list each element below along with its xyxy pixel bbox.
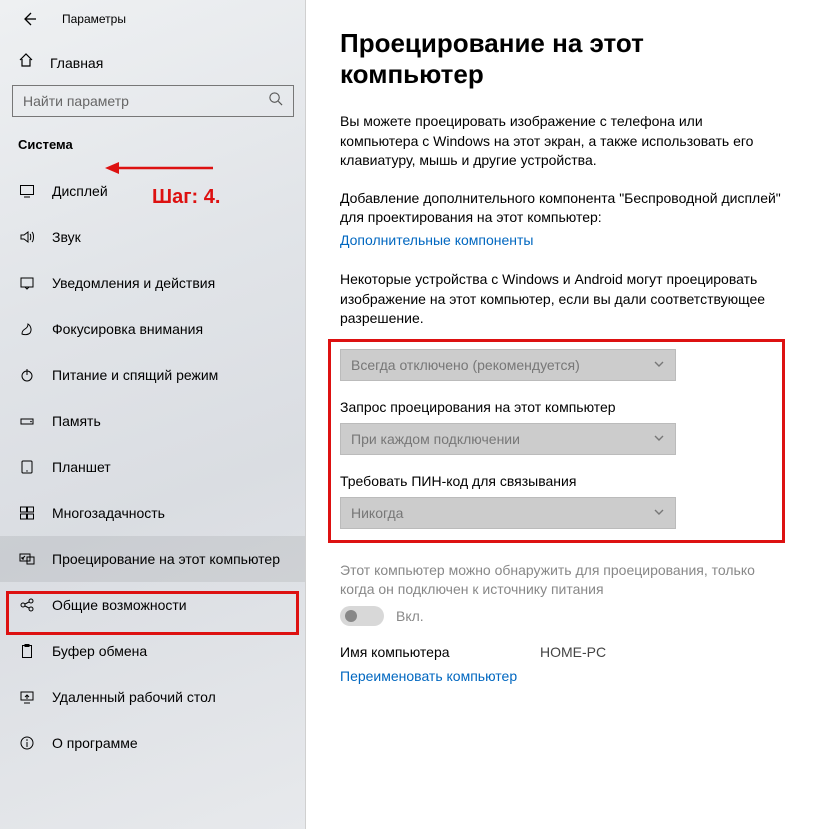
project-icon — [18, 551, 36, 567]
chevron-down-icon — [653, 431, 665, 447]
arrow-left-icon — [21, 11, 37, 27]
multitask-icon — [18, 505, 36, 521]
addon-link[interactable]: Дополнительные компоненты — [340, 232, 534, 248]
addon-note: Добавление дополнительного компонента "Б… — [340, 189, 783, 228]
page-title: Проецирование на этот компьютер — [340, 28, 783, 90]
dropdown-ask-project-value: При каждом подключении — [351, 431, 520, 447]
search-input[interactable]: Найти параметр — [12, 85, 294, 117]
sidebar-item-storage[interactable]: Память — [0, 398, 305, 444]
nav-list: Дисплей Звук Уведомления и действия Фокусир… — [0, 158, 305, 766]
clipboard-icon — [18, 643, 36, 659]
sidebar-item-label: Удаленный рабочий стол — [52, 689, 216, 705]
sidebar-item-label: Дисплей — [52, 183, 108, 199]
search-icon — [268, 91, 283, 111]
label-require-pin: Требовать ПИН-код для связывания — [340, 473, 771, 489]
sidebar-item-project[interactable]: Проецирование на этот компьютер — [0, 536, 305, 582]
dropdown-require-pin-value: Никогда — [351, 505, 403, 521]
sidebar-item-label: Буфер обмена — [52, 643, 147, 659]
rename-pc-link[interactable]: Переименовать компьютер — [340, 668, 517, 684]
search-placeholder: Найти параметр — [23, 93, 129, 109]
sidebar-item-label: О программе — [52, 735, 138, 751]
sidebar-item-notify[interactable]: Уведомления и действия — [0, 260, 305, 306]
about-icon — [18, 735, 36, 751]
label-ask-project: Запрос проецирования на этот компьютер — [340, 399, 771, 415]
sidebar-item-label: Звук — [52, 229, 81, 245]
power-icon — [18, 367, 36, 383]
chevron-down-icon — [653, 505, 665, 521]
discover-note: Этот компьютер можно обнаружить для прое… — [340, 561, 783, 600]
app-title: Параметры — [62, 12, 126, 26]
dropdown-require-pin[interactable]: Никогда — [340, 497, 676, 529]
sidebar-item-label: Общие возможности — [52, 597, 187, 613]
sidebar-item-sound[interactable]: Звук — [0, 214, 305, 260]
sidebar-item-label: Фокусировка внимания — [52, 321, 203, 337]
toggle-discoverable-label: Вкл. — [396, 608, 424, 624]
storage-icon — [18, 413, 36, 429]
section-label: Система — [0, 117, 305, 158]
permission-note: Некоторые устройства с Windows и Android… — [340, 270, 783, 329]
display-icon — [18, 183, 36, 199]
sidebar-item-label: Память — [52, 413, 101, 429]
main-pane: Проецирование на этот компьютер Вы может… — [306, 0, 813, 829]
nav-home[interactable]: Главная — [0, 42, 305, 85]
sidebar-item-label: Питание и спящий режим — [52, 367, 218, 383]
nav-home-label: Главная — [50, 55, 103, 71]
back-button[interactable] — [16, 6, 42, 32]
shared-icon — [18, 597, 36, 613]
toggle-discoverable[interactable] — [340, 606, 384, 626]
chevron-down-icon — [653, 357, 665, 373]
pc-name-value: HOME-PC — [540, 644, 606, 660]
home-icon — [18, 52, 34, 73]
intro-text: Вы можете проецировать изображение с тел… — [340, 112, 783, 171]
sidebar: Параметры Главная Найти параметр Система… — [0, 0, 306, 829]
sidebar-item-tablet[interactable]: Планшет — [0, 444, 305, 490]
focus-icon — [18, 321, 36, 337]
tablet-icon — [18, 459, 36, 475]
dropdown-availability-value: Всегда отключено (рекомендуется) — [351, 357, 580, 373]
sidebar-item-remote[interactable]: Удаленный рабочий стол — [0, 674, 305, 720]
sidebar-item-label: Многозадачность — [52, 505, 165, 521]
annotation-arrow-icon — [105, 158, 215, 178]
notify-icon — [18, 275, 36, 291]
dropdown-availability[interactable]: Всегда отключено (рекомендуется) — [340, 349, 676, 381]
sidebar-item-focus[interactable]: Фокусировка внимания — [0, 306, 305, 352]
sidebar-item-power[interactable]: Питание и спящий режим — [0, 352, 305, 398]
sidebar-item-clipboard[interactable]: Буфер обмена — [0, 628, 305, 674]
annotation-step-label: Шаг: 4. — [152, 186, 220, 209]
remote-icon — [18, 689, 36, 705]
sidebar-item-label: Проецирование на этот компьютер — [52, 551, 280, 567]
dropdown-ask-project[interactable]: При каждом подключении — [340, 423, 676, 455]
sidebar-item-about[interactable]: О программе — [0, 720, 305, 766]
sidebar-item-multitask[interactable]: Многозадачность — [0, 490, 305, 536]
sound-icon — [18, 229, 36, 245]
settings-group: Всегда отключено (рекомендуется) Запрос … — [328, 339, 783, 543]
sidebar-item-label: Планшет — [52, 459, 111, 475]
pc-name-label: Имя компьютера — [340, 644, 540, 660]
sidebar-item-label: Уведомления и действия — [52, 275, 215, 291]
sidebar-item-shared[interactable]: Общие возможности — [0, 582, 305, 628]
